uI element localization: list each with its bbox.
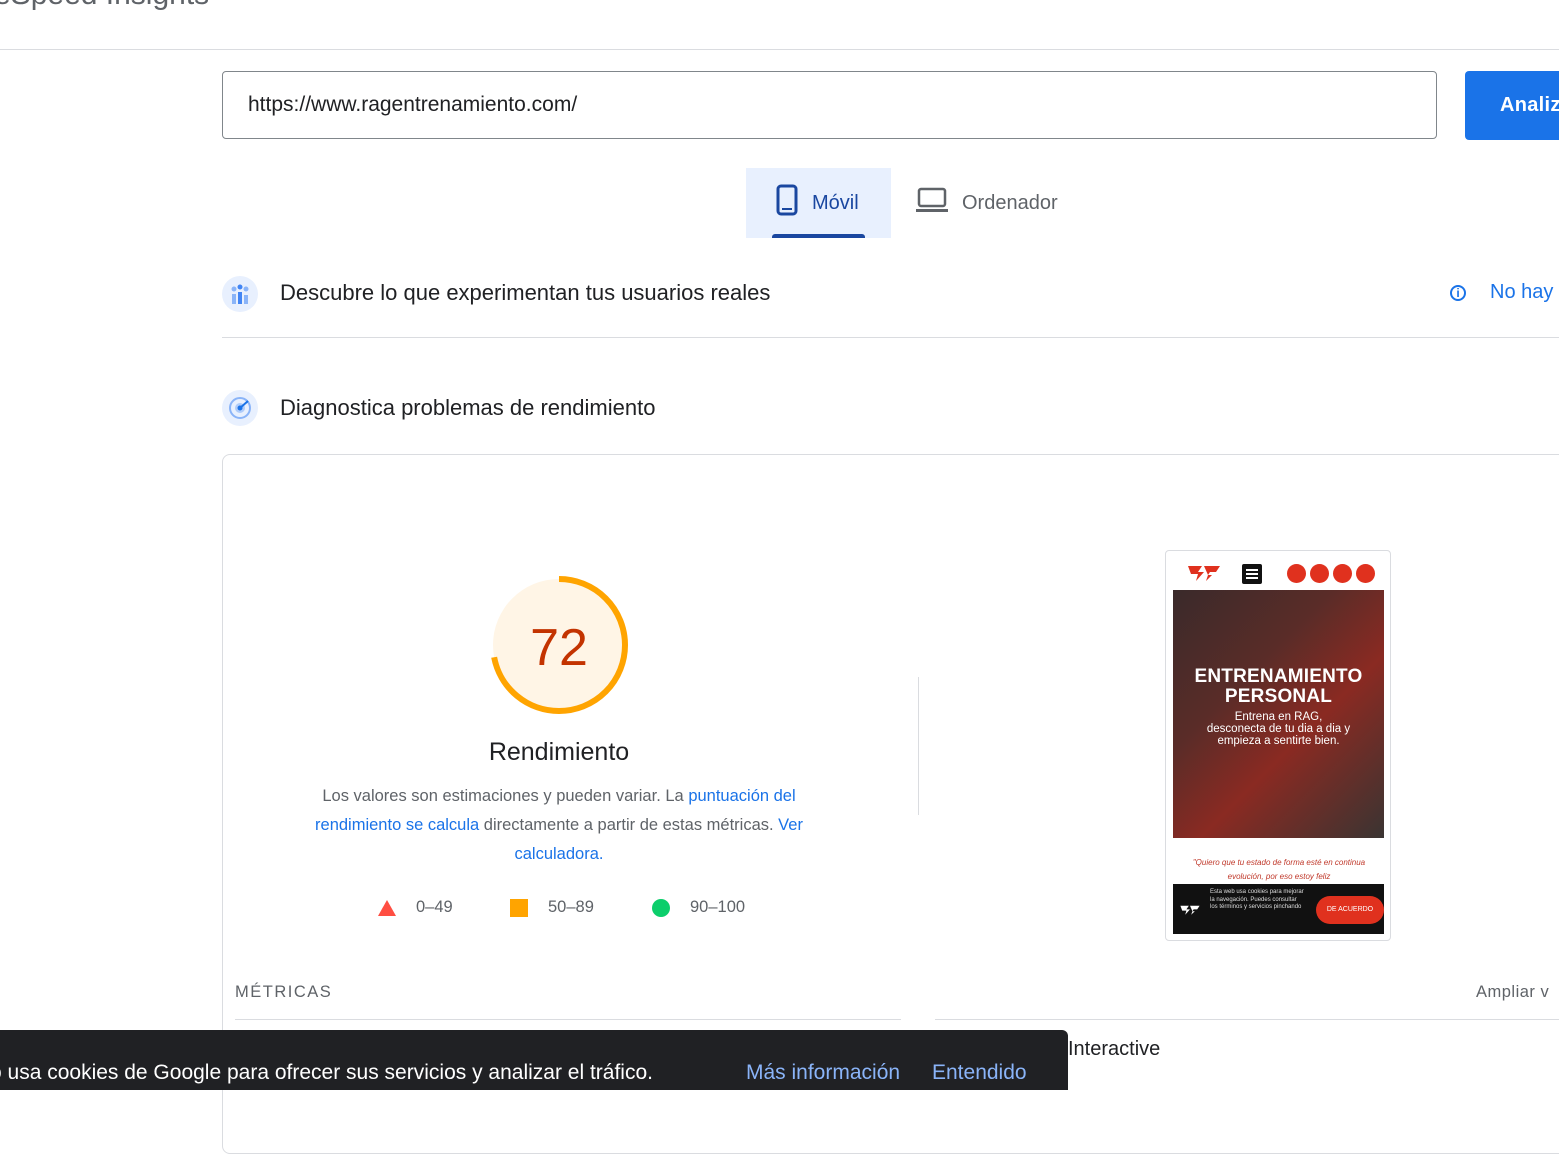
instagram-icon (1287, 564, 1306, 583)
url-input[interactable] (246, 92, 1350, 118)
legend-fail: 0–49 (378, 898, 453, 917)
cookie-banner-text: o usa cookies de Google para ofrecer sus… (0, 1061, 653, 1084)
thumb-quote: "Quiero que tu estado de forma esté en c… (1192, 858, 1366, 881)
smartphone-icon (776, 184, 798, 222)
hero-subtitle: Entrena en RAG, desconecta de tu dia a d… (1206, 711, 1351, 747)
tab-mobile[interactable]: Móvil (746, 168, 891, 238)
section-divider (222, 337, 1559, 338)
expand-view-toggle[interactable]: Ampliar v (1476, 983, 1549, 1002)
analyze-button[interactable]: Analiz (1465, 71, 1559, 140)
url-field[interactable] (222, 71, 1437, 139)
cookie-accept-button[interactable]: Entendido (932, 1061, 1027, 1085)
legend-average-label: 50–89 (548, 898, 594, 916)
metric-interactive-label: Interactive (1068, 1038, 1161, 1060)
performance-label: Rendimiento (488, 738, 630, 766)
cookie-more-info-link[interactable]: Más información (746, 1061, 900, 1085)
location-icon (1356, 564, 1375, 583)
thumb-cookie-accept: DE ACUERDO (1316, 896, 1384, 924)
no-data-label: No hay (1490, 281, 1554, 303)
disclaimer-text-1: Los valores son estimaciones y pueden va… (322, 787, 689, 805)
info-icon: i (1450, 284, 1466, 301)
laptop-icon (916, 187, 948, 219)
rag-logo-small-icon (1180, 903, 1200, 921)
users-chart-icon (222, 276, 258, 312)
tab-mobile-label: Móvil (812, 191, 859, 214)
circle-icon (652, 898, 670, 917)
vertical-divider (918, 677, 919, 815)
header-divider (0, 49, 1559, 50)
no-data-notice[interactable]: i No hay (1450, 281, 1553, 304)
menu-icon (1242, 564, 1262, 584)
metrics-heading: MÉTRICAS (235, 983, 333, 1001)
rag-logo-icon (1188, 563, 1220, 588)
radar-icon (222, 390, 258, 426)
legend-average: 50–89 (510, 898, 594, 917)
thumb-cookie-text: Esta web usa cookies para mejorar la nav… (1210, 889, 1304, 910)
legend-pass-label: 90–100 (690, 898, 746, 916)
tab-desktop[interactable]: Ordenador (910, 168, 1110, 238)
lab-data-title[interactable]: Diagnostica problemas de rendimiento (280, 395, 655, 421)
metrics-divider-left (235, 1019, 901, 1020)
triangle-icon (378, 899, 396, 916)
tab-selected-indicator (772, 234, 865, 238)
app-title: eSpeed Insights (0, 0, 209, 12)
legend-fail-label: 0–49 (416, 898, 453, 916)
tab-desktop-label: Ordenador (962, 191, 1058, 214)
square-icon (510, 898, 528, 917)
hero-title: ENTRENAMIENTO PERSONAL (1194, 666, 1363, 707)
metrics-divider-right (935, 1019, 1559, 1020)
legend-pass: 90–100 (652, 898, 745, 917)
page-screenshot-thumbnail[interactable]: ENTRENAMIENTO PERSONAL Entrena en RAG, d… (1165, 550, 1391, 941)
whatsapp-icon (1310, 564, 1329, 583)
disclaimer-text-2: directamente a partir de estas métricas. (479, 816, 779, 834)
phone-icon (1333, 564, 1352, 583)
field-data-title[interactable]: Descubre lo que experimentan tus usuario… (280, 280, 770, 306)
performance-score: 72 (530, 619, 588, 677)
score-disclaimer: Los valores son estimaciones y pueden va… (298, 782, 820, 869)
